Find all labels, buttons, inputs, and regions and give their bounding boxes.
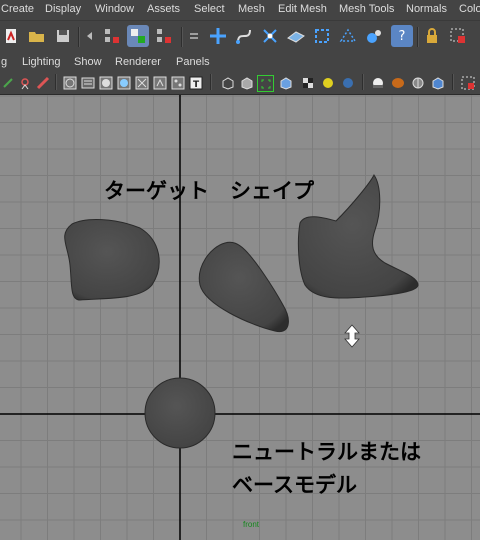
help-icon[interactable]: ? — [391, 25, 413, 47]
menu-display[interactable]: Display — [45, 3, 81, 15]
lock-icon[interactable] — [421, 25, 443, 47]
menu-show[interactable]: Show — [74, 56, 102, 68]
xray-icon[interactable] — [98, 75, 113, 90]
menu-renderer[interactable]: Renderer — [115, 56, 161, 68]
menu-shading[interactable]: g — [1, 56, 7, 68]
snap-curve-icon[interactable] — [233, 25, 255, 47]
menu-color[interactable]: Colo — [459, 3, 480, 15]
isolate-select-icon[interactable] — [170, 75, 185, 90]
menu-lighting[interactable]: Lighting — [22, 56, 61, 68]
main-menu-bar: Create Display Window Assets Select Mesh… — [0, 0, 480, 20]
snap-mesh-icon[interactable] — [337, 25, 359, 47]
status-line-toolbar: ? — [0, 20, 480, 53]
select-hierarchy-icon[interactable] — [101, 25, 123, 47]
menu-mesh[interactable]: Mesh — [238, 3, 265, 15]
toolbar-separator — [55, 74, 57, 90]
save-scene-icon[interactable] — [52, 25, 74, 47]
menu-normals[interactable]: Normals — [406, 3, 447, 15]
maya-window: Create Display Window Assets Select Mesh… — [0, 0, 480, 540]
toolbar-separator — [210, 74, 212, 90]
base-model-sphere[interactable] — [144, 377, 216, 449]
snap-grid-icon[interactable] — [207, 25, 229, 47]
toolbar-separator — [181, 27, 183, 47]
shading-ball-icon[interactable] — [370, 75, 385, 90]
toolbar-separator — [78, 27, 80, 47]
panel-toolbar: T — [0, 72, 480, 95]
hardware-texturing-icon[interactable] — [410, 75, 425, 90]
menu-edit-mesh[interactable]: Edit Mesh — [278, 3, 327, 15]
select-object-icon[interactable] — [127, 25, 149, 47]
select-region-icon[interactable] — [460, 75, 475, 90]
shadows-icon[interactable] — [300, 75, 315, 90]
base-model-label-line2: ベースモデル — [232, 473, 357, 497]
menu-mesh-tools[interactable]: Mesh Tools — [339, 3, 394, 15]
film-gate-icon[interactable] — [152, 75, 167, 90]
texture-icon[interactable] — [134, 75, 149, 90]
wireframe-icon[interactable] — [62, 75, 77, 90]
menu-assets[interactable]: Assets — [147, 3, 180, 15]
target-shape-blob[interactable] — [64, 218, 160, 301]
menu-select[interactable]: Select — [194, 3, 225, 15]
front-viewport[interactable]: ターゲット シェイプ ニュートラルまたは ベースモデル front — [0, 95, 480, 540]
menu-create[interactable]: Create — [1, 3, 34, 15]
snap-toggle-icon[interactable] — [186, 25, 202, 47]
image-plane-icon[interactable] — [35, 75, 50, 90]
smooth-shade-icon[interactable] — [80, 75, 95, 90]
svg-text:T: T — [193, 80, 200, 90]
lights-icon[interactable] — [278, 75, 293, 90]
panel-menu-bar: g Lighting Show Renderer Panels — [0, 52, 480, 72]
toolbar-separator — [362, 74, 364, 90]
toolbar-separator — [452, 74, 454, 90]
camera-attributes-icon[interactable] — [0, 75, 15, 90]
gate-mask-icon[interactable] — [220, 75, 235, 90]
ambient-occlusion-icon[interactable] — [320, 75, 335, 90]
make-live-icon[interactable] — [311, 25, 333, 47]
grid-toggle-icon[interactable] — [116, 75, 131, 90]
base-model-label-line1: ニュートラルまたは — [232, 440, 421, 464]
target-shape-horned[interactable] — [297, 174, 419, 299]
snap-plane-icon[interactable] — [285, 25, 307, 47]
material-icon[interactable] — [340, 75, 355, 90]
menu-window[interactable]: Window — [95, 3, 134, 15]
new-scene-icon[interactable] — [0, 25, 22, 47]
open-scene-icon[interactable] — [26, 25, 48, 47]
field-chart-icon[interactable] — [239, 75, 254, 90]
select-component-icon[interactable] — [153, 25, 175, 47]
symmetry-icon[interactable] — [363, 25, 385, 47]
cube-display-icon[interactable] — [430, 75, 445, 90]
camera-name-label: front — [243, 520, 260, 529]
bookmark-icon[interactable] — [17, 75, 32, 90]
target-shapes-label: ターゲット シェイプ — [104, 179, 314, 203]
menu-set-arrow-icon[interactable] — [84, 25, 96, 47]
resolution-gate-icon[interactable]: T — [188, 75, 203, 90]
toolbar-separator — [417, 27, 419, 47]
select-region-icon[interactable] — [447, 25, 469, 47]
menu-panels[interactable]: Panels — [176, 56, 210, 68]
target-shape-teardrop[interactable] — [198, 241, 289, 333]
smooth-mesh-icon[interactable] — [390, 75, 405, 90]
safe-action-icon[interactable] — [257, 75, 274, 92]
snap-point-icon[interactable] — [259, 25, 281, 47]
move-cursor-icon — [344, 324, 360, 348]
